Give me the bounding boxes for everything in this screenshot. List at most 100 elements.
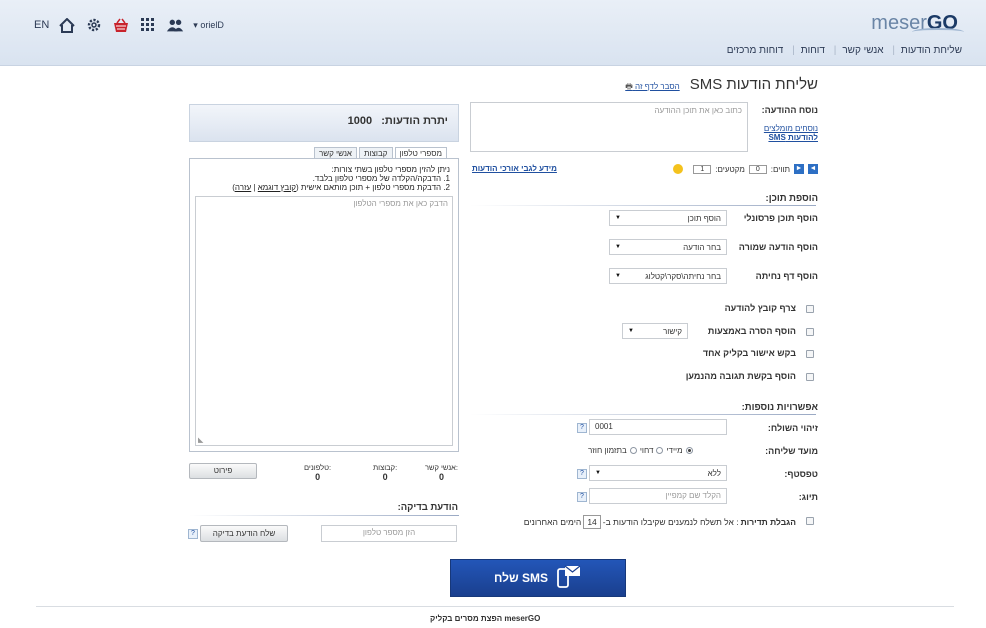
saved-message-label: הוסף הודעה שמורה xyxy=(738,242,818,252)
language-toggle[interactable]: EN xyxy=(34,19,49,31)
groups-counter: קבוצות: 0 xyxy=(373,463,398,482)
form-select[interactable]: ללא ▼ xyxy=(589,465,727,481)
send-time-label: מועד שליחה: xyxy=(765,446,818,456)
landing-page-label: הוסף דף נחיתה xyxy=(755,271,818,281)
logo-swoosh xyxy=(912,28,964,36)
add-removal-label: הוסף הסרה באמצעות xyxy=(707,326,796,336)
send-time-options: מיידי דחוי בתזמון חוזר xyxy=(588,446,693,455)
attach-file-checkbox[interactable] xyxy=(806,305,814,313)
smiley-icon[interactable] xyxy=(673,164,684,174)
frequency-limit-label: הגבלת תדירות xyxy=(740,517,796,527)
sms-templates-link[interactable]: להודעות SMS xyxy=(768,133,818,142)
help-link[interactable]: עזרה xyxy=(235,183,251,192)
sample-file-link[interactable]: קובץ דוגמא xyxy=(258,183,296,192)
page-title: שליחת הודעות SMS xyxy=(689,76,818,93)
home-icon[interactable] xyxy=(58,17,76,33)
more-options-title: אפשרויות נוספות: xyxy=(741,402,818,413)
recommended-templates-link[interactable]: נוסחים מומלצים xyxy=(764,124,818,133)
contacts-counter: אנשי קשר: 0 xyxy=(425,463,458,482)
credit-label: יתרת הודעות: xyxy=(381,115,448,127)
one-click-approval-checkbox[interactable] xyxy=(806,350,814,358)
dropdown-arrow-icon: ▼ xyxy=(615,215,621,221)
help-link[interactable]: הסבר לדף זה 🖶 xyxy=(625,81,679,95)
tag-label: תיוג: xyxy=(798,492,818,502)
main-nav: שליחת הודעות| אנשי קשר| דוחות| דוחות מרכ… xyxy=(726,45,962,56)
page-title-row: שליחת הודעות SMS הסבר לדף זה 🖶 xyxy=(625,76,818,95)
users-icon[interactable] xyxy=(166,17,184,33)
phone-envelope-icon xyxy=(556,565,582,592)
divider xyxy=(189,515,459,516)
frequency-limit-suffix: הימים האחרונים xyxy=(523,517,582,527)
dropdown-arrow-icon: ▼ xyxy=(595,470,601,476)
sender-id-label: זיהוי השולח: xyxy=(767,423,818,433)
gear-icon[interactable] xyxy=(85,17,103,33)
rtl-icon[interactable]: ◄ xyxy=(808,164,818,174)
send-sms-label: שלח SMS xyxy=(493,571,549,585)
message-placeholder: כתוב כאן את תוכן ההודעה xyxy=(654,106,742,115)
footer-text: meserGO הפצת מסרים בקליק xyxy=(430,614,541,623)
apps-icon[interactable] xyxy=(139,17,157,33)
resize-handle-icon[interactable]: ◣ xyxy=(198,436,203,444)
help-icon[interactable]: ? xyxy=(577,469,587,479)
phone-numbers-textarea[interactable]: הדבק כאן את מספרי הטלפון ◣ xyxy=(195,196,453,446)
segments-value: 1 xyxy=(693,164,712,174)
toolbar: EN ▾ orielD xyxy=(34,17,224,33)
basket-icon[interactable] xyxy=(112,17,130,33)
ltr-icon[interactable]: ► xyxy=(794,164,804,174)
frequency-limit-row: הגבלת תדירות : אל תשלח לנמענים שקיבלו הו… xyxy=(524,515,796,529)
nav-contacts[interactable]: אנשי קשר xyxy=(842,45,883,56)
saved-message-select[interactable]: בחר הודעה ▼ xyxy=(609,239,727,255)
footer-divider xyxy=(36,606,954,607)
help-icon[interactable]: ? xyxy=(577,423,587,433)
nav-send-messages[interactable]: שליחת הודעות xyxy=(901,45,962,56)
segments-label: מקטעים: xyxy=(715,164,745,174)
send-sms-button[interactable]: שלח SMS xyxy=(450,559,626,597)
chevron-down-icon: ▾ xyxy=(193,19,198,30)
send-now-radio[interactable] xyxy=(685,447,693,454)
send-test-button[interactable]: שלח הודעת בדיקה xyxy=(200,525,288,542)
help-icon[interactable]: ? xyxy=(188,529,198,539)
printer-icon: 🖶 xyxy=(625,82,633,91)
removal-method-select[interactable]: קישור ▼ xyxy=(622,323,688,339)
message-length-info-link[interactable]: מידע לגבי אורכי הודעות xyxy=(472,164,557,173)
one-click-approval-label: בקש אישור בקליק אחד xyxy=(702,348,796,358)
frequency-days-input[interactable]: 14 xyxy=(583,515,601,529)
top-header: EN ▾ orielD meserGO שליחת הודעות| אנשי ק… xyxy=(0,0,986,66)
credit-value: 1000 xyxy=(347,115,373,127)
nav-reports[interactable]: דוחות xyxy=(801,45,825,56)
char-counter-row: ◄ ► תווים: 0 מקטעים: 1 xyxy=(673,164,818,174)
recipients-panel: ניתן להזין מספרי טלפון בשתי צורות: 1. הד… xyxy=(189,158,459,452)
nav-central-reports[interactable]: דוחות מרכזים xyxy=(727,45,784,56)
frequency-limit-checkbox[interactable] xyxy=(806,517,814,525)
credit-balance-box: יתרת הודעות: 1000 xyxy=(189,104,459,142)
add-removal-checkbox[interactable] xyxy=(806,328,814,336)
send-recurring-radio[interactable] xyxy=(629,447,637,454)
send-delayed-radio[interactable] xyxy=(656,447,664,454)
personal-content-label: הוסף תוכן פרסונלי xyxy=(743,213,818,223)
test-message-title: הודעת בדיקה: xyxy=(397,502,458,513)
add-content-title: הוספת תוכן: xyxy=(765,193,818,204)
attach-file-label: צרף קובץ להודעה xyxy=(724,303,796,313)
help-icon[interactable]: ? xyxy=(577,492,587,502)
user-menu[interactable]: ▾ orielD xyxy=(193,20,224,31)
user-name: orielD xyxy=(200,19,224,30)
recipient-instructions: ניתן להזין מספרי טלפון בשתי צורות: 1. הד… xyxy=(232,165,450,192)
divider xyxy=(470,205,816,206)
reply-request-checkbox[interactable] xyxy=(806,373,814,381)
chars-label: תווים: xyxy=(770,164,790,174)
divider xyxy=(470,414,816,415)
personal-content-select[interactable]: הוסף תוכן ▼ xyxy=(609,210,727,226)
test-phone-input[interactable]: הזן מספר טלפון xyxy=(321,525,457,542)
landing-page-select[interactable]: בחר נחיתה\סקר\קטלוג ▼ xyxy=(609,268,727,284)
phones-counter: טלפונים: 0 xyxy=(304,463,332,482)
frequency-limit-text: : אל תשלח לנמענים שקיבלו הודעות ב- xyxy=(602,517,739,527)
message-label: נוסח ההודעה: xyxy=(761,105,818,115)
chars-value: 0 xyxy=(748,164,767,174)
dropdown-arrow-icon: ▼ xyxy=(628,328,634,334)
message-textarea[interactable]: כתוב כאן את תוכן ההודעה xyxy=(470,102,748,152)
form-label: טפסטף: xyxy=(784,469,818,479)
campaign-tag-input[interactable]: הקלד שם קמפיין xyxy=(589,488,727,504)
details-button[interactable]: פירוט xyxy=(189,463,257,479)
sender-id-input[interactable]: 0001 xyxy=(589,419,727,435)
dropdown-arrow-icon: ▼ xyxy=(615,273,621,279)
